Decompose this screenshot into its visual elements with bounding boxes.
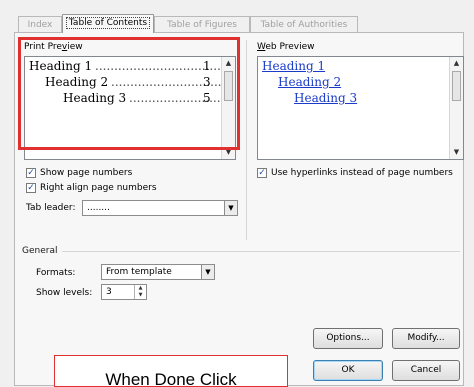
instruction-callout-text: When Done Click xyxy=(105,370,237,387)
tab-table-of-contents[interactable]: Table of Contents xyxy=(62,14,154,33)
right-align-label: Right align page numbers xyxy=(40,183,157,193)
right-align-checkbox[interactable]: ✓ xyxy=(26,183,36,193)
chevron-down-icon[interactable]: ▼ xyxy=(224,200,238,216)
general-divider xyxy=(62,251,460,252)
use-hyperlinks-checkbox[interactable]: ✓ xyxy=(257,168,267,178)
table-of-contents-dialog: Index Table of Contents Table of Figures… xyxy=(0,0,474,387)
web-preview-label: Web Preview xyxy=(257,42,315,52)
web-link-heading-1[interactable]: Heading 1 xyxy=(262,59,325,73)
tab-leader-label: Tab leader: xyxy=(26,203,76,213)
tab-index[interactable]: Index xyxy=(18,16,62,32)
modify-button[interactable]: Modify... xyxy=(392,328,460,349)
formats-select[interactable]: From template ▼ xyxy=(101,264,215,280)
scroll-up-icon[interactable]: ▲ xyxy=(450,57,463,70)
web-link-heading-3[interactable]: Heading 3 xyxy=(294,91,357,105)
show-levels-label: Show levels: xyxy=(36,288,93,298)
spin-up-icon[interactable]: ▲ xyxy=(135,285,146,292)
web-link-heading-2[interactable]: Heading 2 xyxy=(278,75,341,89)
tab-leader-value: ........ xyxy=(87,203,110,213)
show-page-numbers-checkbox[interactable]: ✓ xyxy=(26,168,36,178)
ok-button[interactable]: OK xyxy=(313,360,383,381)
show-page-numbers-label: Show page numbers xyxy=(40,168,133,178)
tab-leader-select[interactable]: ........ ▼ xyxy=(82,200,238,216)
spinner-buttons[interactable]: ▲ ▼ xyxy=(134,285,146,299)
scroll-thumb[interactable] xyxy=(452,71,461,101)
cancel-button[interactable]: Cancel xyxy=(392,360,460,381)
column-divider xyxy=(246,40,247,240)
show-levels-spinner[interactable]: 3 ▲ ▼ xyxy=(101,284,147,300)
web-preview-box: Heading 1 Heading 2 Heading 3 ▲ ▼ xyxy=(257,56,464,160)
formats-value: From template xyxy=(106,267,172,277)
chevron-down-icon[interactable]: ▼ xyxy=(201,264,215,280)
scroll-down-icon[interactable]: ▼ xyxy=(450,146,463,159)
show-levels-value: 3 xyxy=(106,287,112,297)
print-preview-highlight xyxy=(18,37,240,150)
instruction-callout: When Done Click xyxy=(54,355,288,387)
web-preview-scrollbar[interactable]: ▲ ▼ xyxy=(449,57,463,159)
tab-table-of-contents-label: Table of Contents xyxy=(65,17,151,29)
options-button[interactable]: Options... xyxy=(313,328,383,349)
spin-down-icon[interactable]: ▼ xyxy=(135,292,146,299)
formats-label: Formats: xyxy=(36,268,76,278)
general-section-title: General xyxy=(22,246,58,256)
tab-table-of-figures[interactable]: Table of Figures xyxy=(154,16,250,32)
tab-table-of-authorities[interactable]: Table of Authorities xyxy=(250,16,358,32)
use-hyperlinks-label: Use hyperlinks instead of page numbers xyxy=(271,168,453,178)
